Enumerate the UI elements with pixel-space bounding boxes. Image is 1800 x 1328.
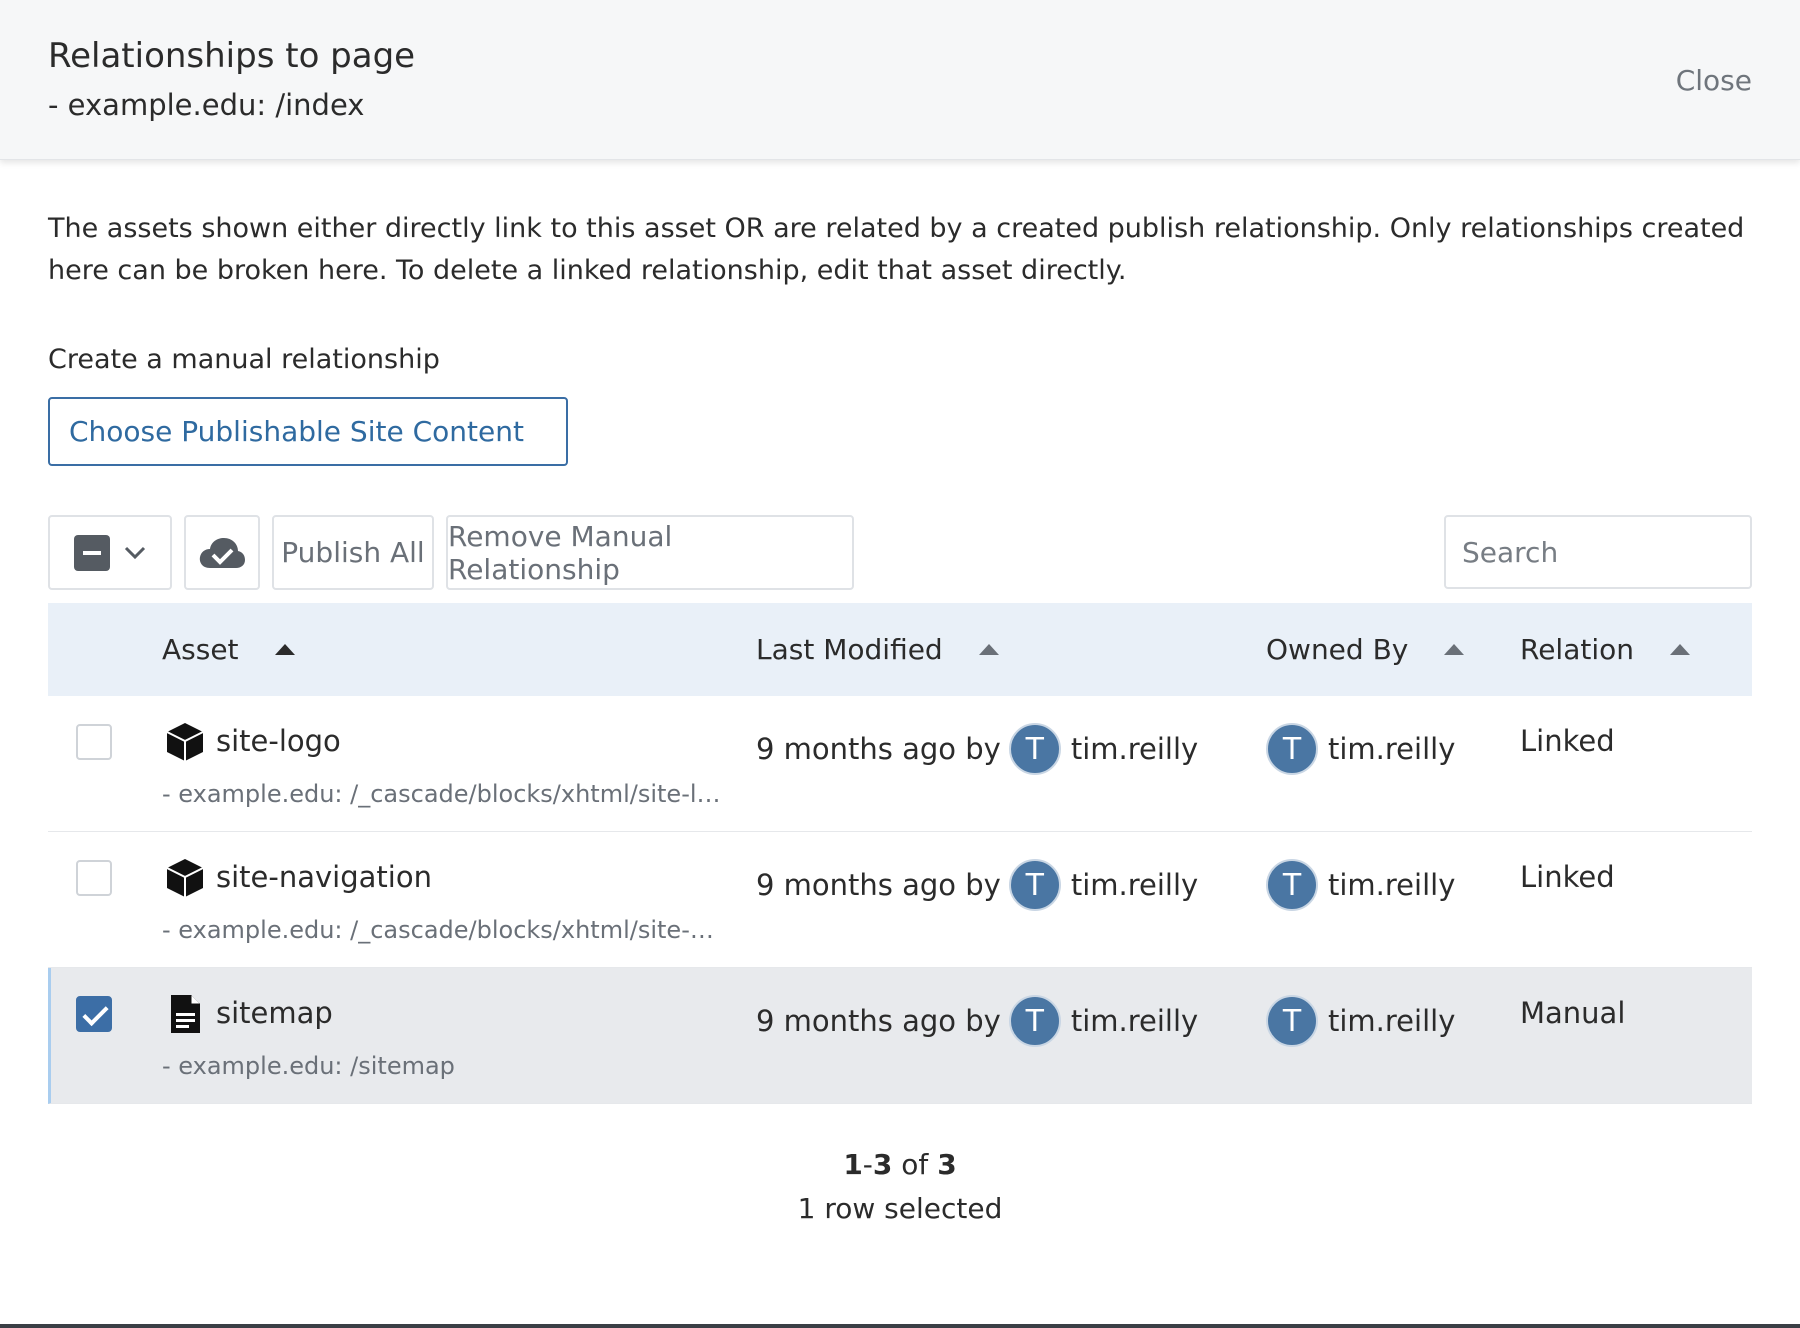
- range-start: 1: [843, 1148, 863, 1181]
- table-row[interactable]: site-navigation - example.edu: /_cascade…: [48, 832, 1752, 968]
- choose-content-button[interactable]: Choose Publishable Site Content: [48, 397, 568, 466]
- block-cube-icon: [166, 723, 204, 761]
- search-input[interactable]: [1444, 515, 1752, 589]
- asset-name-link[interactable]: site-navigation: [216, 860, 432, 894]
- column-header-label: Asset: [162, 633, 239, 666]
- relation-type: Manual: [1520, 996, 1626, 1030]
- row-checkbox[interactable]: [76, 724, 112, 760]
- table-row[interactable]: sitemap - example.edu: /sitemap 9 months…: [48, 968, 1752, 1104]
- owner-name: tim.reilly: [1328, 868, 1456, 902]
- avatar: T: [1266, 859, 1318, 911]
- row-checkbox[interactable]: [76, 860, 112, 896]
- last-modified-cell: 9 months ago by T tim.reilly: [756, 994, 1198, 1048]
- modified-text: 9 months ago by: [756, 868, 1001, 902]
- asset-path: - example.edu: /sitemap: [162, 1052, 455, 1080]
- modified-user: tim.reilly: [1070, 732, 1199, 766]
- column-header-label: Owned By: [1266, 633, 1409, 666]
- asset-name-link[interactable]: site-logo: [216, 724, 341, 758]
- dialog-header: Relationships to page - example.edu: /in…: [0, 0, 1800, 160]
- range-total: 3: [937, 1148, 957, 1181]
- remove-manual-relationship-button[interactable]: Remove Manual Relationship: [446, 515, 854, 590]
- bulk-select-dropdown[interactable]: [48, 515, 172, 590]
- modified-user: tim.reilly: [1070, 1004, 1199, 1038]
- cloud-check-icon: [199, 537, 245, 568]
- avatar: T: [1008, 995, 1061, 1047]
- table-header: Asset Last Modified Owned By Relation: [48, 603, 1752, 696]
- pagination-range: 1-3 of 3: [843, 1148, 957, 1181]
- avatar: T: [1266, 995, 1318, 1047]
- owner-name: tim.reilly: [1328, 732, 1456, 766]
- asset-name-link[interactable]: sitemap: [216, 996, 333, 1030]
- dialog-subtitle: - example.edu: /index: [48, 88, 365, 122]
- sort-up-icon: [1670, 643, 1690, 655]
- table-row[interactable]: site-logo - example.edu: /_cascade/block…: [48, 696, 1752, 832]
- relation-type: Linked: [1520, 860, 1615, 894]
- avatar: T: [1008, 723, 1061, 775]
- column-header-label: Last Modified: [756, 633, 943, 666]
- modified-user: tim.reilly: [1070, 868, 1199, 902]
- owner-cell: T tim.reilly: [1266, 994, 1455, 1048]
- owner-name: tim.reilly: [1328, 1004, 1456, 1038]
- last-modified-cell: 9 months ago by T tim.reilly: [756, 858, 1198, 912]
- page-document-icon: [171, 995, 200, 1033]
- column-header-last-modified[interactable]: Last Modified: [756, 603, 999, 696]
- modified-text: 9 months ago by: [756, 1004, 1001, 1038]
- description-text: The assets shown either directly link to…: [48, 213, 1745, 286]
- relation-type: Linked: [1520, 724, 1615, 758]
- sort-up-icon: [1444, 643, 1465, 655]
- close-button[interactable]: Close: [1676, 64, 1752, 97]
- manual-relationship-label: Create a manual relationship: [48, 344, 440, 375]
- owner-cell: T tim.reilly: [1266, 722, 1455, 776]
- column-header-label: Relation: [1520, 633, 1634, 666]
- asset-path: - example.edu: /_cascade/blocks/xhtml/si…: [162, 916, 722, 944]
- publish-all-button[interactable]: Publish All: [272, 515, 434, 590]
- avatar: T: [1266, 723, 1318, 775]
- of-word: of: [901, 1148, 929, 1181]
- column-header-owned-by[interactable]: Owned By: [1266, 603, 1465, 696]
- dialog-title: Relationships to page: [48, 36, 416, 76]
- selected-count: 1 row selected: [797, 1192, 1003, 1225]
- column-header-asset[interactable]: Asset: [162, 603, 295, 696]
- column-header-relation[interactable]: Relation: [1520, 603, 1690, 696]
- owner-cell: T tim.reilly: [1266, 858, 1455, 912]
- asset-path: - example.edu: /_cascade/blocks/xhtml/si…: [162, 780, 722, 808]
- row-checkbox[interactable]: [76, 996, 112, 1032]
- modified-text: 9 months ago by: [756, 732, 1001, 766]
- avatar: T: [1008, 859, 1061, 911]
- publish-button[interactable]: [184, 515, 260, 590]
- chevron-down-icon: [124, 546, 146, 559]
- last-modified-cell: 9 months ago by T tim.reilly: [756, 722, 1198, 776]
- range-end: 3: [872, 1148, 893, 1181]
- minus-checkbox-icon: [74, 534, 110, 571]
- sort-up-icon: [978, 643, 999, 655]
- sort-up-icon: [274, 643, 295, 655]
- divider: [0, 1324, 1800, 1328]
- block-cube-icon: [166, 859, 204, 897]
